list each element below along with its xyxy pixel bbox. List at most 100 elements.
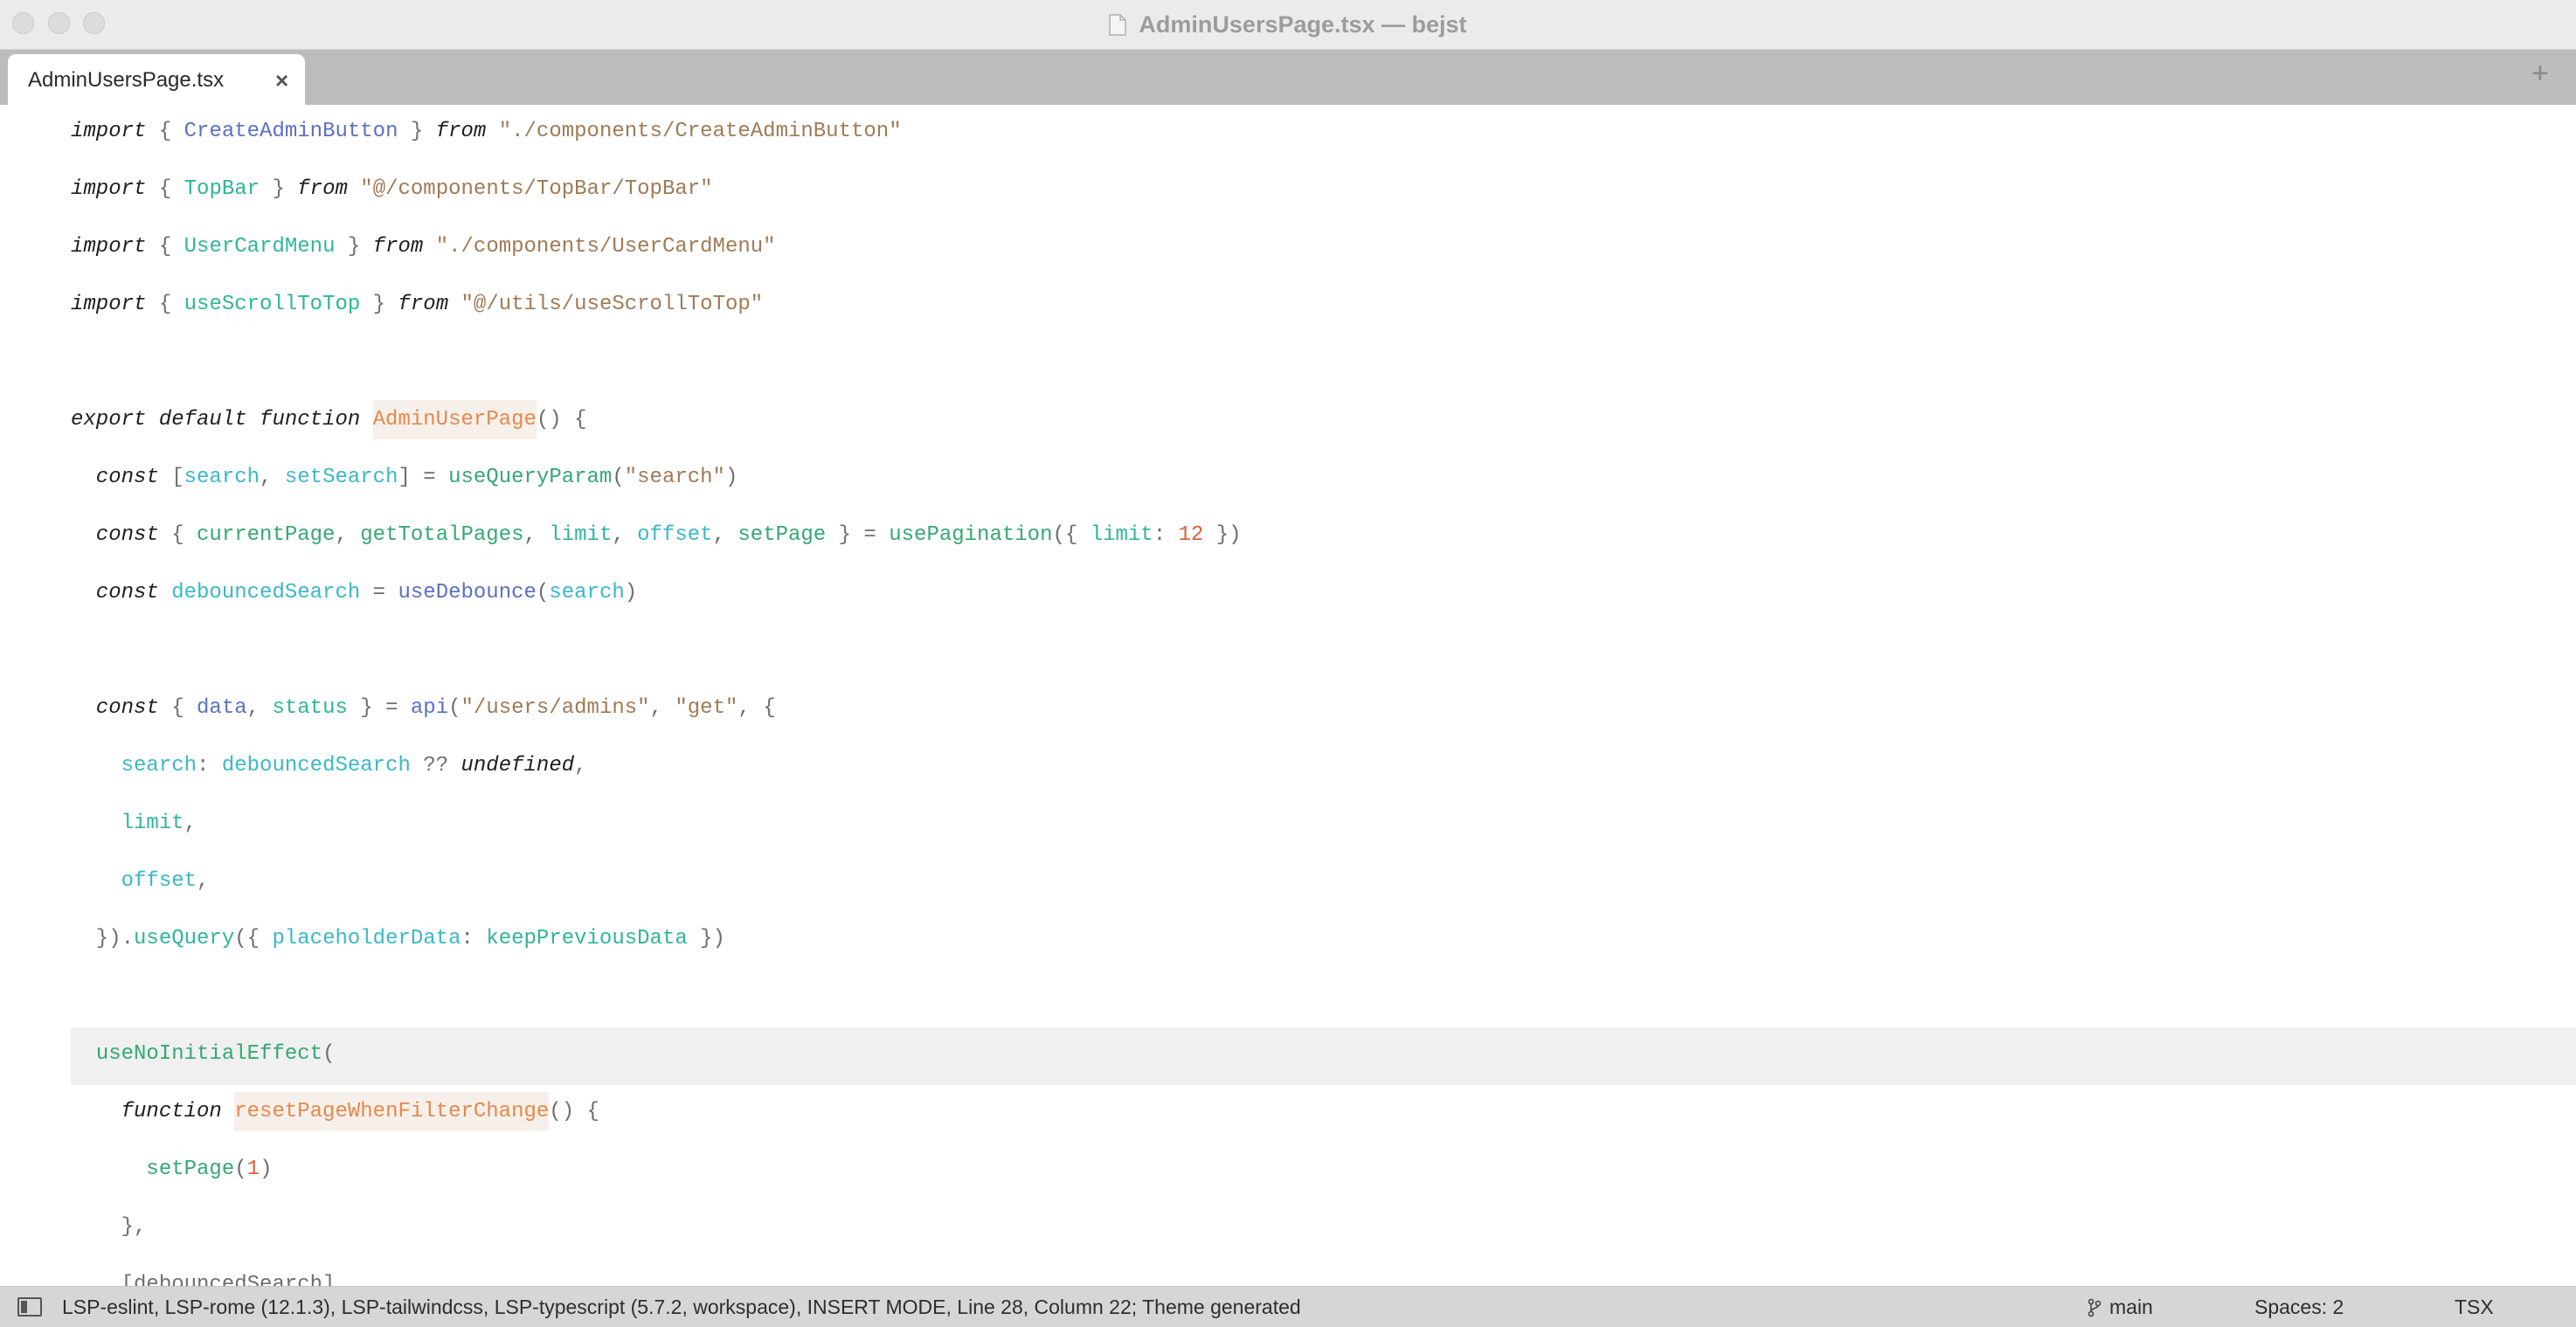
code-token: placeholderData — [272, 927, 461, 950]
code-token: import — [71, 293, 147, 316]
code-token: ) — [724, 466, 738, 489]
code-line[interactable]: const debouncedSearch = useDebounce(sear… — [0, 566, 2576, 624]
code-token: , — [574, 754, 587, 778]
code-token: "search" — [624, 466, 725, 489]
code-line[interactable]: useNoInitialEffect( — [71, 1027, 2576, 1085]
code-line-text: function resetPageWhenFilterChange() { — [71, 1092, 599, 1131]
code-line-text: export default function AdminUserPage() … — [71, 400, 587, 439]
code-line[interactable]: offset, — [0, 854, 2576, 912]
code-token: debouncedSearch — [221, 754, 411, 778]
code-token: { — [146, 177, 184, 201]
code-line[interactable]: import { useScrollToTop } from "@/utils/… — [0, 278, 2576, 335]
code-token: ({ — [1052, 523, 1091, 547]
code-editor[interactable]: import { CreateAdminButton } from "./com… — [0, 105, 2576, 1286]
code-token: setPage — [737, 523, 827, 547]
code-token: import — [71, 120, 147, 143]
code-line[interactable]: const [search, setSearch] = useQueryPara… — [0, 451, 2576, 508]
code-line[interactable] — [0, 624, 2576, 681]
code-token: limit — [1090, 523, 1153, 547]
sidebar-toggle-icon[interactable] — [17, 1297, 42, 1317]
code-line[interactable] — [0, 335, 2576, 393]
close-tab-icon[interactable]: × — [275, 67, 288, 94]
code-token: const — [71, 696, 172, 720]
code-token: const — [71, 466, 172, 489]
code-token: useScrollToTop — [184, 293, 361, 316]
code-token: "get" — [675, 696, 738, 720]
code-token: currentPage — [197, 523, 336, 547]
code-token: resetPageWhenFilterChange — [234, 1092, 550, 1131]
code-token: function — [71, 1100, 235, 1123]
code-line-text: [debouncedSearch], — [71, 1273, 348, 1286]
code-token: "@/utils/useScrollToTop" — [460, 293, 764, 316]
code-token: { — [146, 120, 184, 143]
code-token: import — [71, 235, 147, 259]
code-token: ( — [612, 466, 625, 489]
code-line[interactable]: }, — [0, 1200, 2576, 1258]
code-line[interactable]: const { data, status } = api("/users/adm… — [0, 681, 2576, 739]
code-token: ({ — [234, 927, 273, 950]
code-line[interactable]: import { CreateAdminButton } from "./com… — [0, 105, 2576, 162]
code-line-text: const [search, setSearch] = useQueryPara… — [71, 466, 738, 489]
git-branch[interactable]: main — [2088, 1296, 2153, 1319]
indentation-setting[interactable]: Spaces: 2 — [2254, 1296, 2344, 1319]
code-line[interactable]: import { TopBar } from "@/components/Top… — [0, 162, 2576, 220]
code-token: limit — [549, 523, 613, 547]
code-token: search — [184, 466, 260, 489]
code-line[interactable]: import { UserCardMenu } from "./componen… — [0, 220, 2576, 278]
code-token: 12 — [1178, 523, 1204, 547]
code-line[interactable]: [debouncedSearch], — [0, 1258, 2576, 1286]
code-token: , — [197, 869, 210, 893]
code-line-text: useNoInitialEffect( — [71, 1042, 336, 1066]
code-line[interactable]: search: debouncedSearch ?? undefined, — [0, 739, 2576, 797]
code-token: usePagination — [889, 523, 1053, 547]
branch-icon — [2088, 1298, 2101, 1317]
code-token: useQuery — [134, 927, 235, 950]
tab-adminuserspage[interactable]: AdminUsersPage.tsx × — [8, 54, 305, 105]
code-token: AdminUserPage — [372, 400, 537, 439]
code-token: [debouncedSearch], — [71, 1273, 348, 1286]
code-line-text: setPage(1) — [71, 1158, 272, 1181]
code-line[interactable]: setPage(1) — [0, 1143, 2576, 1200]
code-line[interactable]: }).useQuery({ placeholderData: keepPrevi… — [0, 912, 2576, 970]
syntax-setting[interactable]: TSX — [2455, 1296, 2494, 1319]
code-token: from — [435, 120, 487, 143]
code-line-text: search: debouncedSearch ?? undefined, — [71, 754, 587, 778]
code-line-text: const debouncedSearch = useDebounce(sear… — [71, 581, 637, 605]
code-line[interactable] — [0, 970, 2576, 1027]
code-token: { — [171, 696, 197, 720]
code-token: search — [549, 581, 625, 605]
code-token: from — [398, 293, 449, 316]
code-token: } — [360, 293, 398, 316]
code-token: : — [460, 927, 487, 950]
code-token: , — [184, 812, 197, 835]
code-token: "./components/CreateAdminButton" — [498, 120, 902, 143]
code-line-text: }, — [71, 1215, 147, 1239]
code-token: const — [71, 581, 172, 605]
code-token: TopBar — [184, 177, 260, 201]
code-token: ( — [234, 1158, 247, 1181]
code-token: setPage — [146, 1158, 235, 1181]
window-title-area: AdminUsersPage.tsx — bejst — [0, 0, 2576, 49]
code-line-text: import { TopBar } from "@/components/Top… — [71, 177, 713, 201]
code-token: }) — [687, 927, 725, 950]
code-line-text: const { currentPage, getTotalPages, limi… — [71, 523, 1242, 547]
code-line-text: import { CreateAdminButton } from "./com… — [71, 120, 902, 143]
code-line[interactable]: function resetPageWhenFilterChange() { — [0, 1085, 2576, 1143]
code-line[interactable]: limit, — [0, 797, 2576, 854]
code-line-text: offset, — [71, 869, 210, 893]
window-title: AdminUsersPage.tsx — bejst — [1139, 10, 1467, 38]
code-token: { — [146, 293, 184, 316]
code-line[interactable]: const { currentPage, getTotalPages, limi… — [0, 508, 2576, 566]
code-line[interactable]: export default function AdminUserPage() … — [0, 393, 2576, 451]
document-icon — [1109, 13, 1127, 36]
code-token: UserCardMenu — [184, 235, 336, 259]
code-token: ( — [322, 1042, 336, 1066]
code-token: , — [649, 696, 675, 720]
add-tab-icon[interactable]: + — [2531, 57, 2549, 91]
code-token: : — [1153, 523, 1179, 547]
code-token: : — [197, 754, 222, 778]
